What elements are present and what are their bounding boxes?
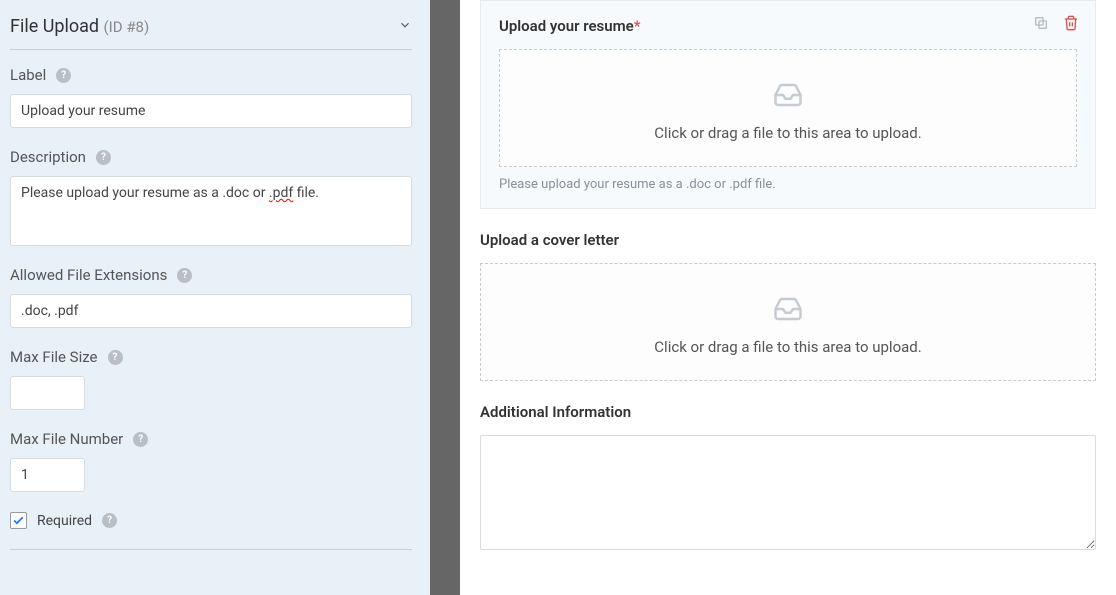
help-icon[interactable]: ?	[96, 150, 111, 165]
divider	[10, 49, 412, 50]
panel-title: File Upload (ID #8)	[10, 16, 149, 37]
field-max-num: Max File Number ?	[10, 430, 412, 492]
dropzone-message: Click or drag a file to this area to upl…	[491, 338, 1085, 356]
upload-cover-block: Upload a cover letter Click or drag a fi…	[480, 231, 1096, 381]
divider	[10, 549, 412, 550]
required-label: Required	[37, 513, 92, 529]
field-label: Label ?	[10, 66, 412, 128]
max-num-label: Max File Number	[10, 430, 123, 448]
dropzone[interactable]: Click or drag a file to this area to upl…	[480, 263, 1096, 381]
upload-resume-title: Upload your resume*	[499, 17, 1077, 35]
field-allowed-ext: Allowed File Extensions ?	[10, 266, 412, 328]
description-input[interactable]: Please upload your resume as a .doc or .…	[10, 176, 412, 246]
panel-id: (ID #8)	[104, 18, 150, 36]
allowed-ext-label: Allowed File Extensions	[10, 266, 167, 284]
help-icon[interactable]: ?	[102, 513, 117, 528]
tray-icon	[770, 80, 806, 110]
upload-resume-block[interactable]: Upload your resume* Click or drag a file…	[480, 0, 1096, 209]
required-checkbox[interactable]	[10, 512, 27, 529]
chevron-down-icon[interactable]	[398, 17, 412, 36]
max-size-input[interactable]	[10, 376, 85, 410]
upload-resume-description: Please upload your resume as a .doc or .…	[499, 177, 1077, 192]
field-max-size: Max File Size ?	[10, 348, 412, 410]
tray-icon	[770, 294, 806, 324]
dropzone[interactable]: Click or drag a file to this area to upl…	[499, 49, 1077, 167]
trash-icon[interactable]	[1063, 15, 1079, 35]
allowed-ext-input[interactable]	[10, 294, 412, 328]
description-label: Description	[10, 148, 86, 166]
max-num-input[interactable]	[10, 458, 85, 492]
dropzone-message: Click or drag a file to this area to upl…	[510, 124, 1066, 142]
additional-info-title: Additional Information	[480, 403, 1096, 421]
label-input[interactable]	[10, 94, 412, 128]
help-icon[interactable]: ?	[177, 268, 192, 283]
panel-header: File Upload (ID #8)	[10, 10, 412, 49]
block-actions	[1033, 15, 1079, 35]
label-text: Label	[10, 66, 46, 84]
settings-sidebar: File Upload (ID #8) Label ? Description …	[0, 0, 430, 595]
max-size-label: Max File Size	[10, 348, 98, 366]
help-icon[interactable]: ?	[108, 350, 123, 365]
form-preview: Upload your resume* Click or drag a file…	[460, 0, 1116, 595]
field-description: Description ? Please upload your resume …	[10, 148, 412, 246]
upload-cover-title: Upload a cover letter	[480, 231, 1096, 249]
pane-divider[interactable]	[430, 0, 460, 595]
app-container: File Upload (ID #8) Label ? Description …	[0, 0, 1116, 595]
help-icon[interactable]: ?	[133, 432, 148, 447]
copy-icon[interactable]	[1033, 15, 1049, 35]
help-icon[interactable]: ?	[56, 68, 71, 83]
field-required: Required ?	[10, 512, 412, 529]
additional-info-block: Additional Information	[480, 403, 1096, 554]
additional-info-textarea[interactable]	[480, 435, 1096, 550]
